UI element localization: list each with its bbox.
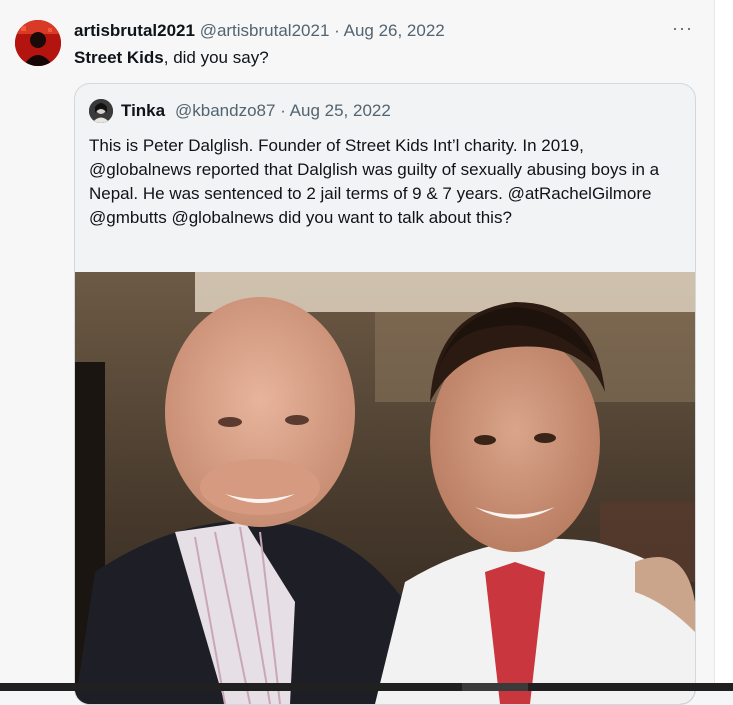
quoted-meta: @kbandzo87 · Aug 25, 2022 [175, 97, 391, 125]
quoted-author-handle: @kbandzo87 [175, 101, 276, 120]
author-handle[interactable]: @artisbrutal2021 [200, 21, 330, 40]
meta-separator: · [334, 21, 340, 40]
author-name[interactable]: artisbrutal2021 [74, 21, 195, 40]
quoted-tweet-date: Aug 25, 2022 [289, 101, 391, 120]
photo-image [75, 272, 695, 704]
quoted-meta-separator: · [280, 101, 286, 120]
quoted-author-name: Tinka [121, 101, 166, 120]
quoted-tweet[interactable]: Tinka @kbandzo87 · Aug 25, 2022 This is … [74, 83, 696, 705]
quoted-author-avatar [89, 99, 113, 123]
author-avatar[interactable] [15, 20, 61, 66]
tweet-text-rest: , did you say? [163, 48, 269, 67]
tweet-header: artisbrutal2021 @artisbrutal2021 · Aug 2… [74, 20, 445, 42]
quoted-tweet-text: This is Peter Dalglish. Founder of Stree… [89, 136, 660, 227]
page-scrollbar-rail[interactable] [714, 0, 733, 683]
taskbar-active-item[interactable] [462, 683, 528, 691]
tweet[interactable]: artisbrutal2021 @artisbrutal2021 · Aug 2… [0, 0, 714, 705]
tweet-text: Street Kids, did you say? [74, 47, 269, 69]
taskbar [0, 683, 733, 691]
more-options-icon[interactable]: ··· [672, 18, 693, 39]
tweet-text-bold: Street Kids [74, 48, 164, 67]
quoted-tweet-photo[interactable] [75, 272, 695, 704]
tweet-date[interactable]: Aug 26, 2022 [344, 21, 445, 40]
